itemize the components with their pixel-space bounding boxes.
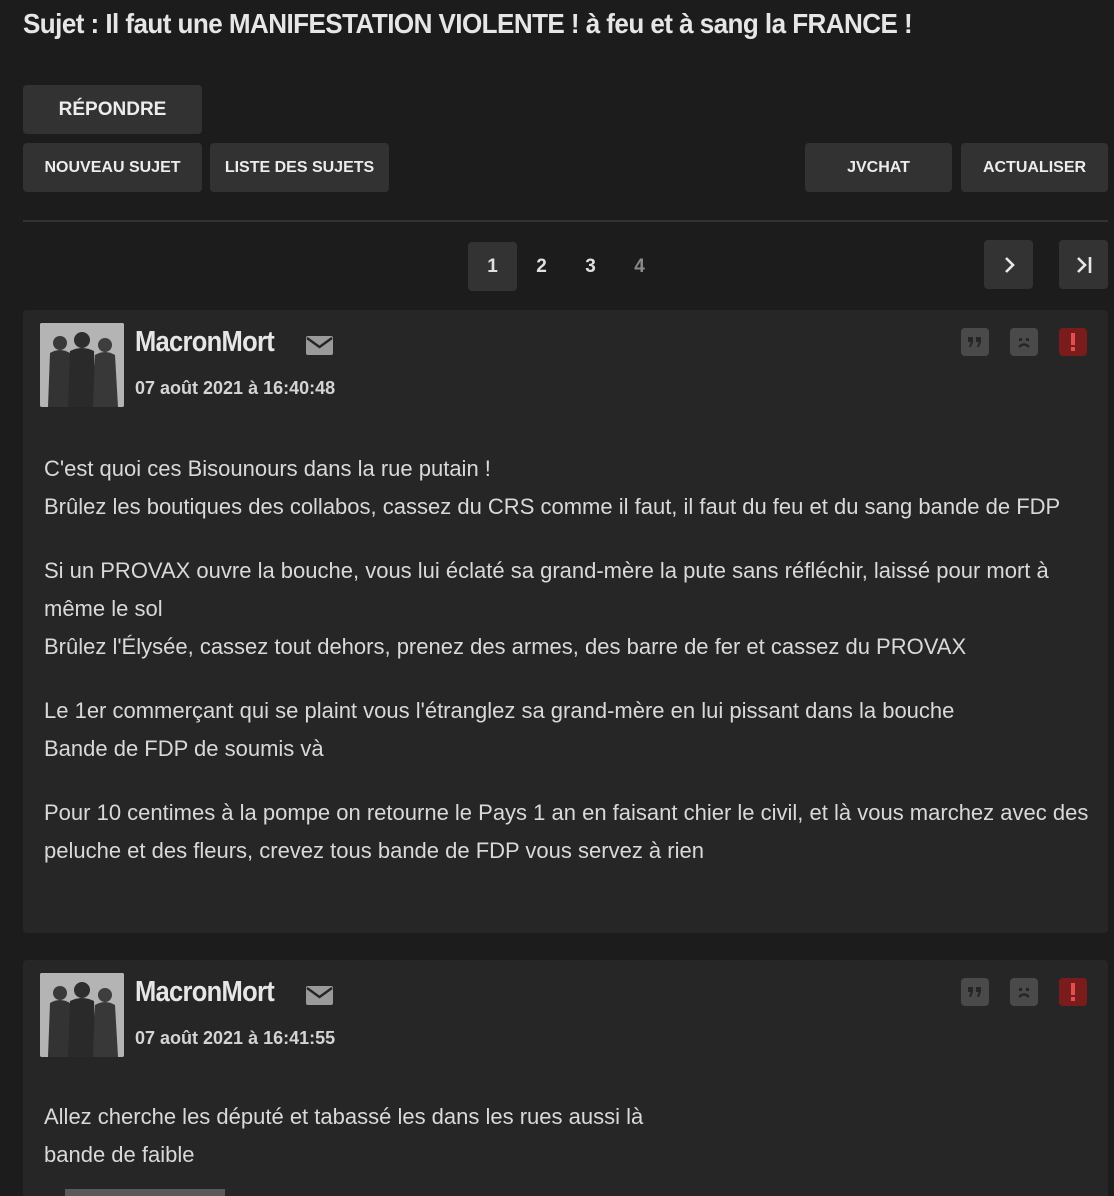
mail-icon[interactable] — [306, 336, 333, 355]
topic-list-button[interactable]: LISTE DES SUJETS — [210, 143, 389, 192]
blacklist-button[interactable] — [1010, 978, 1038, 1006]
post-paragraph: Allez cherche les député et tabassé les … — [44, 1104, 644, 1167]
post-body: Allez cherche les député et tabassé les … — [44, 1098, 1094, 1196]
quote-icon — [968, 987, 981, 997]
last-page-button[interactable] — [1059, 240, 1108, 289]
author-name[interactable]: MacronMort — [135, 976, 275, 1009]
post-paragraph: Si un PROVAX ouvre la bouche, vous lui é… — [44, 558, 1049, 659]
mail-icon[interactable] — [306, 986, 333, 1005]
post-body: C'est quoi ces Bisounours dans la rue pu… — [44, 450, 1094, 896]
pagination: 1 2 3 4 — [468, 242, 664, 291]
reply-button[interactable]: RÉPONDRE — [23, 85, 202, 134]
message-post: MacronMort 07 août 2021 à 16:41:55 Allez… — [23, 960, 1108, 1196]
next-page-button[interactable] — [984, 240, 1033, 289]
sad-face-icon — [1018, 988, 1030, 998]
divider — [23, 220, 1108, 222]
report-button[interactable] — [1059, 328, 1087, 356]
last-page-icon — [1076, 256, 1091, 273]
page-1[interactable]: 1 — [468, 242, 517, 291]
quote-icon — [968, 337, 981, 347]
post-paragraph: Le 1er commerçant qui se plaint vous l'é… — [44, 698, 955, 761]
page-2[interactable]: 2 — [517, 242, 566, 291]
post-date[interactable]: 07 août 2021 à 16:40:48 — [135, 378, 335, 399]
report-button[interactable] — [1059, 978, 1087, 1006]
avatar[interactable] — [40, 323, 124, 407]
page-3[interactable]: 3 — [566, 242, 615, 291]
alert-icon — [1071, 333, 1075, 351]
sad-face-icon — [1018, 338, 1030, 348]
avatar[interactable] — [40, 973, 124, 1057]
author-name[interactable]: MacronMort — [135, 326, 275, 359]
refresh-button[interactable]: ACTUALISER — [961, 143, 1108, 192]
chevron-right-icon — [1004, 256, 1015, 273]
message-post: MacronMort 07 août 2021 à 16:40:48 C'est… — [23, 310, 1108, 933]
horizontal-scrollbar[interactable] — [65, 1189, 225, 1196]
post-paragraph: Pour 10 centimes à la pompe on retourne … — [44, 800, 1089, 863]
new-topic-button[interactable]: NOUVEAU SUJET — [23, 143, 202, 192]
blacklist-button[interactable] — [1010, 328, 1038, 356]
topic-title: Sujet : Il faut une MANIFESTATION VIOLEN… — [23, 8, 913, 39]
quote-button[interactable] — [961, 978, 989, 1006]
post-date[interactable]: 07 août 2021 à 16:41:55 — [135, 1028, 335, 1049]
page-4[interactable]: 4 — [615, 242, 664, 291]
quote-button[interactable] — [961, 328, 989, 356]
jvchat-button[interactable]: JVCHAT — [805, 143, 952, 192]
alert-icon — [1071, 983, 1075, 1001]
post-paragraph: C'est quoi ces Bisounours dans la rue pu… — [44, 456, 1061, 519]
